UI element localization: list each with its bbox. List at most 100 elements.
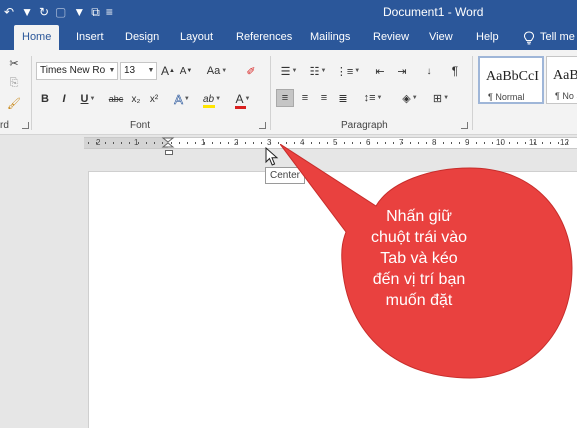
format-painter-icon[interactable]: 🖌 xyxy=(6,94,22,112)
callout-line: muốn đặt xyxy=(385,292,453,309)
redo-icon[interactable]: ↻ xyxy=(39,5,49,19)
underline-button[interactable]: U ▼ xyxy=(76,90,100,108)
line-spacing-button[interactable]: ↕≡ ▼ xyxy=(360,89,386,107)
ruler-tick xyxy=(121,142,122,144)
shading-dropdown-icon[interactable]: ▼ xyxy=(412,95,418,101)
clear-formatting-icon: ✐ xyxy=(246,65,256,78)
tab-references[interactable]: References xyxy=(236,25,292,50)
justify-button[interactable]: ≣ xyxy=(335,89,351,107)
show-formatting-marks-button[interactable]: ¶ xyxy=(447,62,463,80)
align-center-button[interactable]: ≡ xyxy=(297,89,313,107)
text-effects-icon: A xyxy=(174,91,183,107)
ruler-tick xyxy=(228,142,229,144)
font-color-icon: A xyxy=(234,92,246,109)
ribbon-home: ✂ ⎘ 🖌 rd Times New Ro ▼ 13 ▼ A ▲ A ▼ Aa ▼ ✐… xyxy=(0,50,577,135)
numbering-dropdown-icon[interactable]: ▼ xyxy=(320,68,326,74)
tab-insert[interactable]: Insert xyxy=(76,25,104,50)
text-effects-button[interactable]: A ▼ xyxy=(170,90,194,108)
undo-icon[interactable]: ↶ xyxy=(4,5,14,19)
style-normal[interactable]: AaBbCcI ¶ Normal xyxy=(478,56,544,104)
change-case-dropdown-icon[interactable]: ▼ xyxy=(221,68,227,74)
group-separator xyxy=(270,56,271,130)
left-indent-box-icon[interactable] xyxy=(165,150,173,155)
shrink-font-button[interactable]: A ▼ xyxy=(178,62,194,80)
tab-mailings[interactable]: Mailings xyxy=(310,25,350,50)
word-window: ↶ ▼ ↻ ▢ ▼ ⧉ ≡ Document1 - Word Home Inse… xyxy=(0,0,577,428)
multilevel-dropdown-icon[interactable]: ▼ xyxy=(354,68,360,74)
text-effects-dropdown-icon[interactable]: ▼ xyxy=(184,96,190,102)
font-name-value: Times New Ro xyxy=(40,65,106,76)
font-name-dropdown-icon[interactable]: ▼ xyxy=(107,63,117,79)
undo-dropdown-icon[interactable]: ▼ xyxy=(21,5,33,19)
ruler-tick xyxy=(278,142,279,144)
highlight-dropdown-icon[interactable]: ▼ xyxy=(215,96,221,102)
tab-help[interactable]: Help xyxy=(476,25,499,50)
font-size-dropdown-icon[interactable]: ▼ xyxy=(146,63,156,79)
borders-button[interactable]: ⊞ ▼ xyxy=(428,89,454,107)
strikethrough-button[interactable]: abc xyxy=(106,90,126,108)
font-color-button[interactable]: A ▼ xyxy=(230,90,256,109)
numbering-button[interactable]: ☷ ▼ xyxy=(305,62,331,80)
ruler-tick xyxy=(129,142,130,144)
clipboard-launcher-icon[interactable] xyxy=(22,122,29,129)
touch-mode-icon[interactable]: ▢ xyxy=(55,5,66,19)
align-left-button[interactable]: ≡ xyxy=(276,89,294,107)
style-no-spacing[interactable]: AaBb ¶ No S xyxy=(546,56,577,104)
tab-home[interactable]: Home xyxy=(14,25,60,50)
highlight-button[interactable]: ab ▼ xyxy=(199,90,225,108)
ruler-tick xyxy=(88,142,89,144)
tab-review[interactable]: Review xyxy=(373,25,409,50)
copy-format-icon[interactable]: ⧉ xyxy=(91,5,100,20)
change-case-button[interactable]: Aa ▼ xyxy=(203,62,231,80)
tab-design[interactable]: Design xyxy=(125,25,159,50)
ruler-tick xyxy=(195,142,196,144)
increase-indent-icon: ⇥ xyxy=(397,65,407,78)
tell-me-label: Tell me xyxy=(540,31,575,43)
font-size-box[interactable]: 13 ▼ xyxy=(120,62,157,80)
clear-formatting-button[interactable]: ✐ xyxy=(242,62,260,80)
change-case-icon: Aa xyxy=(206,65,221,77)
tell-me-search[interactable]: Tell me xyxy=(523,25,575,50)
decrease-indent-icon: ⇤ xyxy=(375,65,385,78)
callout-line: Tab và kéo xyxy=(380,250,458,267)
borders-dropdown-icon[interactable]: ▼ xyxy=(443,95,449,101)
font-color-dropdown-icon[interactable]: ▼ xyxy=(245,96,251,102)
increase-indent-button[interactable]: ⇥ xyxy=(393,62,411,80)
paint-bucket-icon: ◈ xyxy=(402,92,411,105)
italic-button[interactable]: I xyxy=(57,90,71,108)
grow-font-button[interactable]: A ▲ xyxy=(160,62,176,80)
superscript-button[interactable]: x² xyxy=(146,90,162,108)
style-no-spacing-name: ¶ No S xyxy=(555,91,577,101)
line-spacing-dropdown-icon[interactable]: ▼ xyxy=(376,95,382,101)
touch-dropdown-icon[interactable]: ▼ xyxy=(73,5,85,19)
multilevel-list-icon: ⋮≡ xyxy=(335,65,354,78)
callout-line: đến vị trí bạn xyxy=(372,271,466,288)
bold-button[interactable]: B xyxy=(38,90,52,108)
cut-icon[interactable]: ✂ xyxy=(6,54,22,72)
align-left-icon: ≡ xyxy=(281,92,289,104)
lightbulb-icon xyxy=(523,30,535,44)
multilevel-list-button[interactable]: ⋮≡ ▼ xyxy=(335,62,361,80)
ruler-tick xyxy=(179,142,180,144)
copy-icon[interactable]: ⎘ xyxy=(6,74,22,92)
align-center-icon: ≡ xyxy=(301,92,309,104)
tab-view[interactable]: View xyxy=(429,25,453,50)
font-name-box[interactable]: Times New Ro ▼ xyxy=(36,62,118,80)
bullets-button[interactable]: ☰ ▼ xyxy=(276,62,302,80)
subscript-button[interactable]: x₂ xyxy=(128,90,144,108)
ruler-tick xyxy=(204,142,205,144)
ruler-tick xyxy=(187,142,188,144)
group-separator xyxy=(472,56,473,130)
align-right-button[interactable]: ≡ xyxy=(316,89,332,107)
sort-button[interactable]: ↓ xyxy=(420,62,438,80)
indent-marker-icon[interactable] xyxy=(161,137,175,149)
tab-layout[interactable]: Layout xyxy=(180,25,213,50)
paragraph-launcher-icon[interactable] xyxy=(461,122,468,129)
bullets-dropdown-icon[interactable]: ▼ xyxy=(291,68,297,74)
underline-dropdown-icon[interactable]: ▼ xyxy=(90,96,96,102)
customize-qat-icon[interactable]: ≡ xyxy=(106,5,113,19)
shading-button[interactable]: ◈ ▼ xyxy=(397,89,423,107)
grow-font-icon: A xyxy=(161,64,170,78)
font-launcher-icon[interactable] xyxy=(259,122,266,129)
decrease-indent-button[interactable]: ⇤ xyxy=(371,62,389,80)
